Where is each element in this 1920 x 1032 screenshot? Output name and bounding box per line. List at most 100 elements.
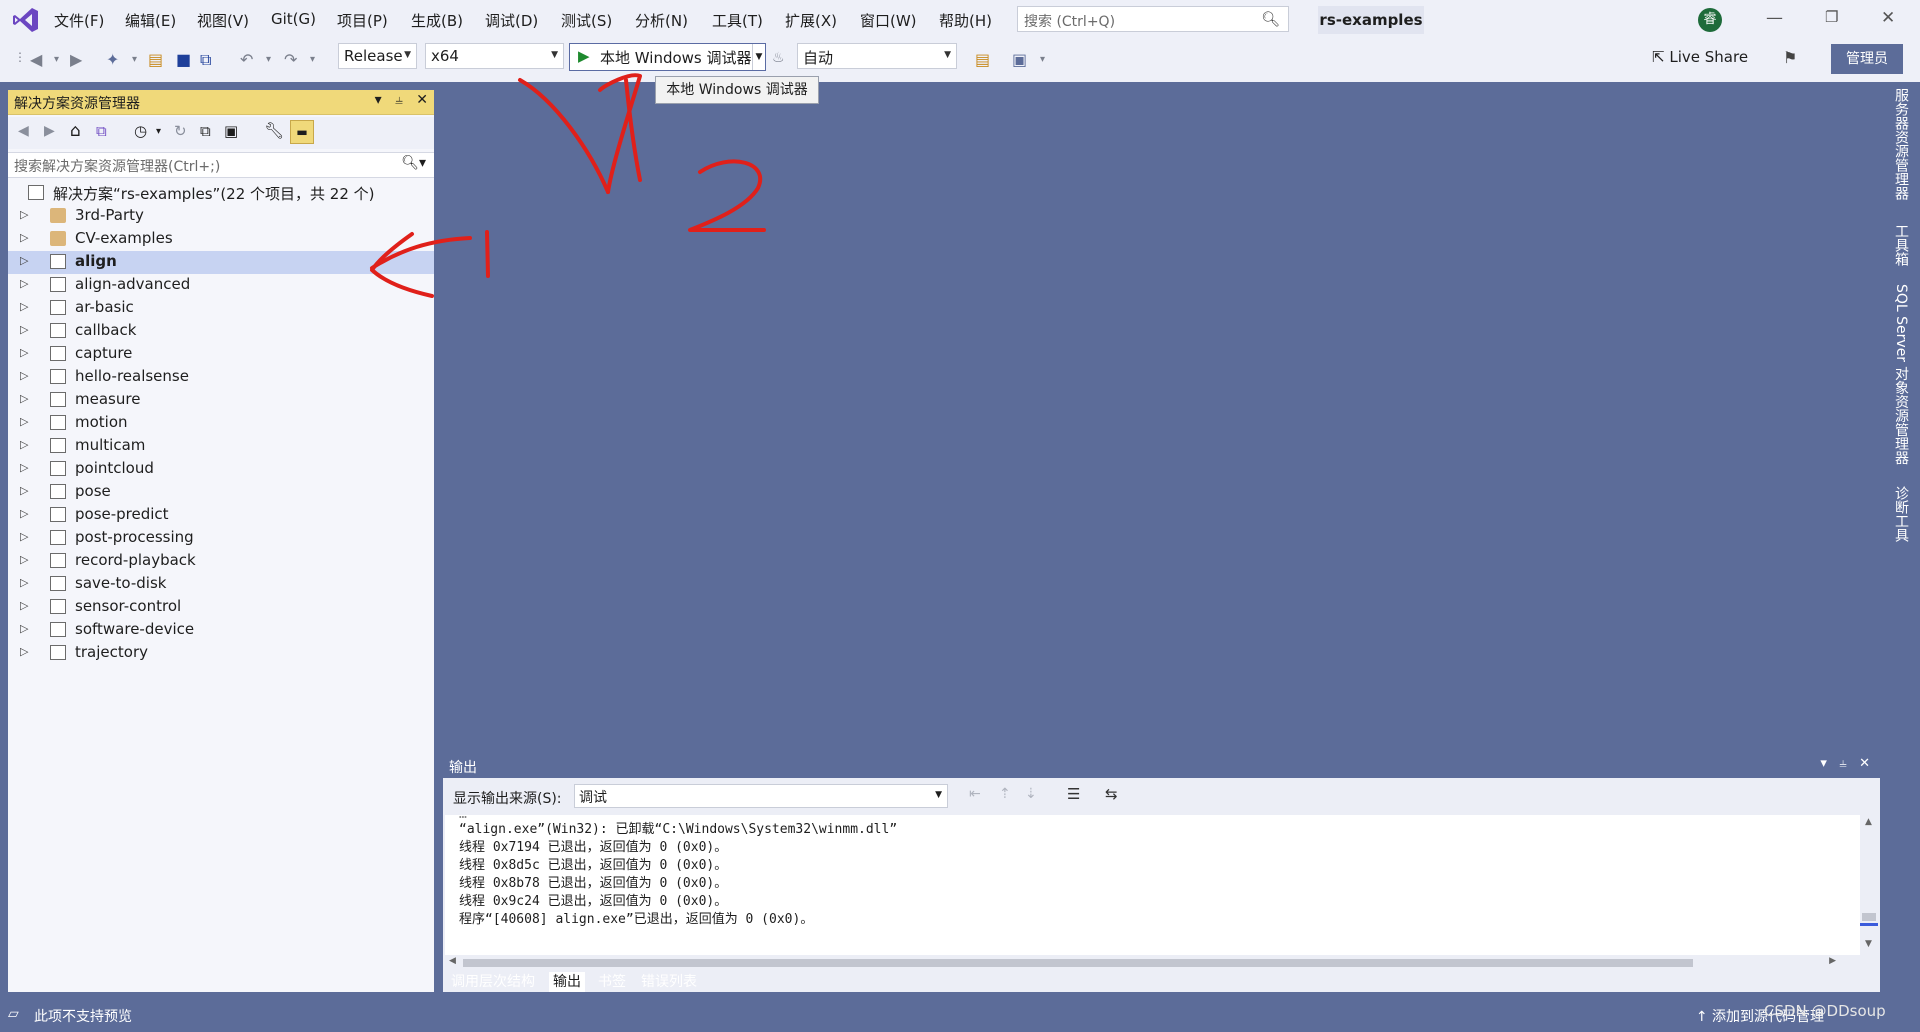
find-in-files-icon[interactable]: ▤: [975, 50, 990, 69]
dropdown-icon[interactable]: ▾: [310, 54, 315, 65]
solution-root[interactable]: 解决方案“rs-examples”(22 个项目，共 22 个): [8, 182, 434, 205]
tree-item[interactable]: ▷ capture: [8, 343, 434, 366]
expand-arrow-icon[interactable]: ▷: [20, 254, 28, 267]
word-wrap-icon[interactable]: ⇆: [1105, 785, 1118, 803]
output-vertical-scrollbar[interactable]: ▲ ▼: [1860, 815, 1878, 955]
new-project-icon[interactable]: ✦: [106, 50, 119, 69]
start-debugging-button[interactable]: ▶ 本地 Windows 调试器 ▼: [569, 43, 766, 71]
sync-icon[interactable]: ↻: [174, 122, 187, 140]
redo-icon[interactable]: ↷: [284, 50, 297, 69]
chevron-down-icon[interactable]: ▼: [752, 44, 765, 70]
clear-all-icon[interactable]: ☰: [1067, 785, 1080, 803]
admin-badge[interactable]: 管理员: [1831, 44, 1903, 74]
restore-icon[interactable]: ❐: [1825, 8, 1838, 26]
menu-build[interactable]: 生成(B): [411, 10, 463, 31]
expand-arrow-icon[interactable]: ▷: [20, 507, 28, 520]
scroll-thumb[interactable]: [463, 959, 1693, 967]
expand-arrow-icon[interactable]: ▷: [20, 323, 28, 336]
tab-bookmarks[interactable]: 书签: [594, 972, 630, 992]
expand-arrow-icon[interactable]: ▷: [20, 208, 28, 221]
chevron-down-icon[interactable]: ▾: [156, 126, 161, 137]
menu-analyze[interactable]: 分析(N): [635, 10, 688, 31]
tree-item[interactable]: ▷ CV-examples: [8, 228, 434, 251]
scroll-left-icon[interactable]: ◀: [449, 956, 456, 966]
search-input[interactable]: 搜索 (Ctrl+Q) 🔍︎: [1017, 6, 1289, 32]
expand-arrow-icon[interactable]: ▷: [20, 300, 28, 313]
minimize-icon[interactable]: —: [1766, 8, 1783, 28]
tree-item[interactable]: ▷ pointcloud: [8, 458, 434, 481]
tree-item[interactable]: ▷ save-to-disk: [8, 573, 434, 596]
tree-item[interactable]: ▷ align: [8, 251, 434, 274]
collapse-all-icon[interactable]: ⧉: [200, 122, 211, 140]
menu-tools[interactable]: 工具(T): [712, 10, 763, 31]
hot-reload-icon[interactable]: ♨: [772, 50, 785, 66]
configuration-select[interactable]: Release ▼: [338, 43, 417, 69]
menu-debug[interactable]: 调试(D): [485, 10, 538, 31]
preview-selected-icon[interactable]: ▬: [290, 120, 314, 144]
solution-search-input[interactable]: 搜索解决方案资源管理器(Ctrl+;) 🔍︎▾: [8, 152, 434, 178]
expand-arrow-icon[interactable]: ▷: [20, 576, 28, 589]
pin-icon[interactable]: ⫨: [1839, 756, 1846, 771]
window-position-icon[interactable]: ▾: [1820, 756, 1827, 771]
visual-studio-logo-icon[interactable]: [12, 6, 40, 34]
undo-icon[interactable]: ↶: [240, 50, 253, 69]
side-tab-toolbox[interactable]: 工具箱: [1889, 224, 1911, 266]
next-message-icon[interactable]: ⇣: [1025, 786, 1037, 802]
open-folder-icon[interactable]: ▤: [148, 50, 163, 69]
menu-view[interactable]: 视图(V): [197, 10, 249, 31]
output-text[interactable]: … “align.exe”(Win32): 已卸载“C:\Windows\Sys…: [445, 815, 1860, 955]
side-tab-sql-server[interactable]: SQL Server 对象资源管理器: [1889, 284, 1911, 465]
tree-item[interactable]: ▷ pose-predict: [8, 504, 434, 527]
home-icon[interactable]: ⌂: [70, 121, 81, 141]
expand-arrow-icon[interactable]: ▷: [20, 369, 28, 382]
expand-arrow-icon[interactable]: ▷: [20, 415, 28, 428]
expand-arrow-icon[interactable]: ▷: [20, 392, 28, 405]
tree-item[interactable]: ▷ callback: [8, 320, 434, 343]
platform-select[interactable]: x64 ▼: [425, 43, 564, 69]
scroll-thumb[interactable]: [1862, 913, 1876, 921]
menu-git[interactable]: Git(G): [271, 10, 316, 28]
expand-arrow-icon[interactable]: ▷: [20, 622, 28, 635]
expand-arrow-icon[interactable]: ▷: [20, 277, 28, 290]
menu-edit[interactable]: 编辑(E): [125, 10, 176, 31]
back-icon[interactable]: ◀: [18, 123, 29, 139]
expand-arrow-icon[interactable]: ▷: [20, 553, 28, 566]
tree-item[interactable]: ▷ pose: [8, 481, 434, 504]
tab-output[interactable]: 输出: [549, 972, 585, 992]
menu-help[interactable]: 帮助(H): [939, 10, 992, 31]
close-icon[interactable]: ✕: [1881, 8, 1895, 28]
feedback-icon[interactable]: ⚑: [1783, 48, 1797, 67]
pin-icon[interactable]: ⫨: [395, 92, 403, 108]
switch-views-icon[interactable]: ⧉: [96, 122, 107, 140]
forward-icon[interactable]: ▶: [70, 50, 82, 69]
avatar[interactable]: 睿: [1698, 8, 1722, 32]
back-icon[interactable]: ◀: [30, 50, 42, 69]
save-icon[interactable]: ■: [176, 50, 191, 69]
expand-arrow-icon[interactable]: ▷: [20, 346, 28, 359]
side-tab-server-explorer[interactable]: 服务器资源管理器: [1889, 88, 1911, 200]
previous-message-icon[interactable]: ⇡: [999, 786, 1011, 802]
menu-extensions[interactable]: 扩展(X): [785, 10, 837, 31]
scroll-right-icon[interactable]: ▶: [1829, 956, 1836, 966]
output-source-select[interactable]: 调试 ▼: [574, 784, 948, 808]
close-icon[interactable]: ✕: [1859, 756, 1870, 771]
window-position-icon[interactable]: ▾: [375, 92, 382, 108]
properties-wrench-icon[interactable]: 🔧︎: [264, 121, 284, 140]
scroll-up-icon[interactable]: ▲: [1865, 817, 1872, 827]
output-horizontal-scrollbar[interactable]: ◀ ▶: [445, 955, 1860, 971]
menu-project[interactable]: 项目(P): [337, 10, 388, 31]
expand-arrow-icon[interactable]: ▷: [20, 530, 28, 543]
tree-item[interactable]: ▷ hello-realsense: [8, 366, 434, 389]
tab-call-hierarchy[interactable]: 调用层次结构: [447, 972, 539, 992]
toolbar-options-icon[interactable]: ▾: [1040, 54, 1045, 65]
scroll-down-icon[interactable]: ▼: [1865, 939, 1872, 949]
dropdown-icon[interactable]: ▾: [266, 54, 271, 65]
tree-item[interactable]: ▷ sensor-control: [8, 596, 434, 619]
forward-icon[interactable]: ▶: [44, 123, 55, 139]
menu-file[interactable]: 文件(F): [54, 10, 104, 31]
expand-arrow-icon[interactable]: ▷: [20, 438, 28, 451]
tab-error-list[interactable]: 错误列表: [637, 972, 701, 992]
close-icon[interactable]: ✕: [416, 92, 428, 108]
find-message-icon[interactable]: ⇤: [969, 786, 981, 802]
tree-item[interactable]: ▷ align-advanced: [8, 274, 434, 297]
